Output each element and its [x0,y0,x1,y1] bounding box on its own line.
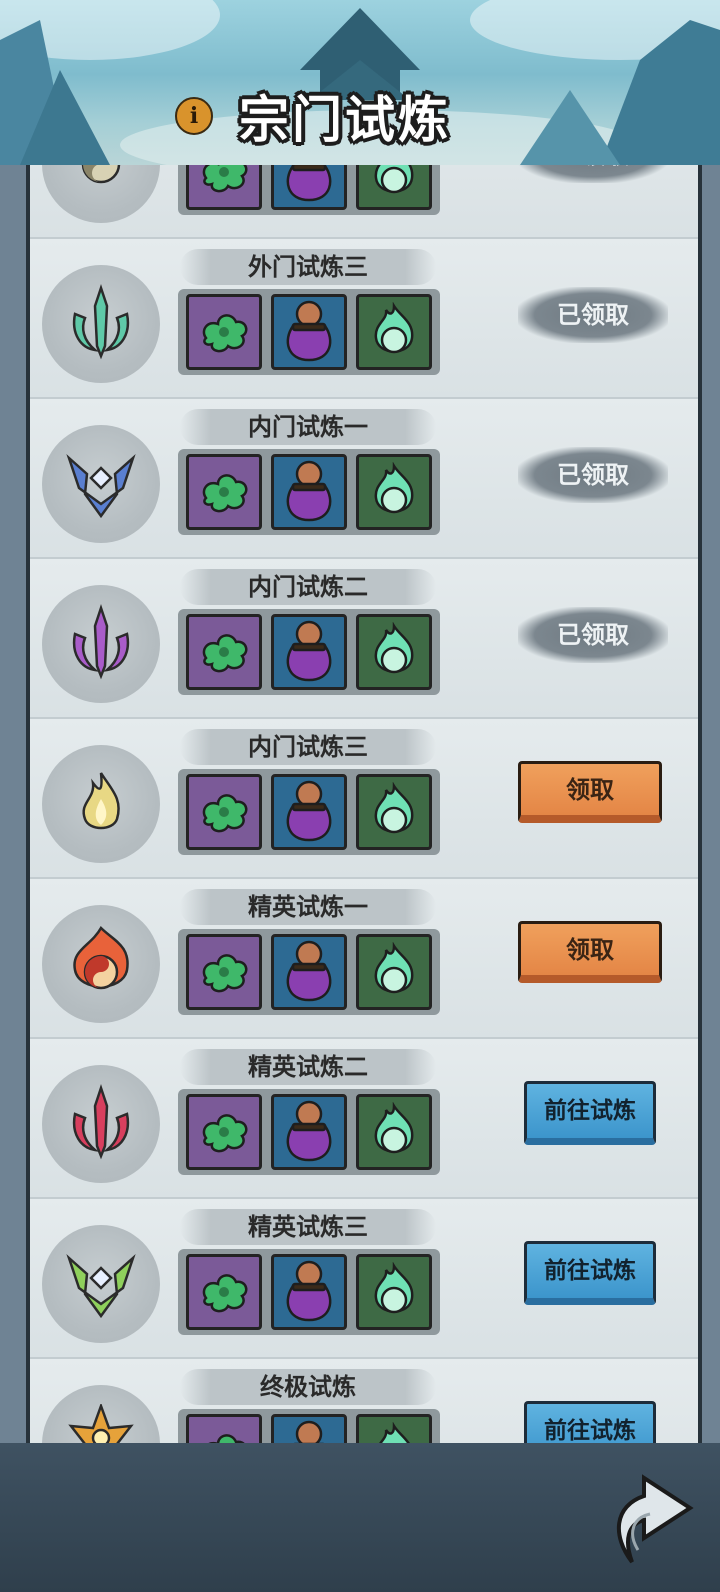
treasure-pouch-icon[interactable] [270,1094,347,1170]
trial-row: 内门试炼二已领取 [30,559,698,719]
go-trial-button[interactable]: 前往试炼 [524,1401,656,1443]
spirit-flame-orb-icon[interactable] [355,1254,432,1330]
return-arrow-icon [616,1474,694,1564]
reward-strip [178,609,440,695]
green-helmet-emblem-icon [42,1225,160,1343]
trial-row: 内门试炼一已领取 [30,399,698,559]
golden-emblem-icon [42,1385,160,1443]
jade-cloud-icon[interactable] [186,1094,263,1170]
treasure-pouch-icon[interactable] [270,774,347,850]
claim-button[interactable]: 领取 [518,921,662,983]
treasure-pouch-icon[interactable] [270,614,347,690]
claimed-status: 已领取 [518,287,668,343]
dagger-emblem-icon [42,585,160,703]
treasure-pouch-icon[interactable] [270,454,347,530]
back-button[interactable] [604,1466,694,1566]
jade-cloud-icon[interactable] [186,934,263,1010]
trial-row: 内门试炼三领取 [30,719,698,879]
trial-row: 精英试炼三前往试炼 [30,1199,698,1359]
go-trial-button[interactable]: 前往试炼 [524,1081,656,1145]
trial-name: 外门试炼三 [180,249,436,285]
spirit-flame-orb-icon[interactable] [355,614,432,690]
trial-name: 终极试炼 [180,1369,436,1405]
taiji-emblem-icon [42,165,160,223]
title-row: i 宗门试炼 [175,86,451,149]
jade-cloud-icon[interactable] [186,165,263,210]
trial-row: 外门试炼三已领取 [30,239,698,399]
trial-name: 内门试炼一 [180,409,436,445]
page-title: 宗门试炼 [239,91,451,149]
treasure-pouch-icon[interactable] [270,1414,347,1443]
treasure-pouch-icon[interactable] [270,934,347,1010]
reward-strip [178,1089,440,1175]
helmet-emblem-icon [42,425,160,543]
treasure-pouch-icon[interactable] [270,1254,347,1330]
treasure-pouch-icon[interactable] [270,165,347,210]
claimed-status: 已领取 [518,165,668,183]
treasure-pouch-icon[interactable] [270,294,347,370]
claimed-status: 已领取 [518,447,668,503]
trial-row: 精英试炼二前往试炼 [30,1039,698,1199]
trial-list: 已领取外门试炼三已领取内门试炼一已领取内门试炼二已领取内门试炼三领取精英试炼一领… [30,165,698,1443]
jade-cloud-icon[interactable] [186,1414,263,1443]
info-icon[interactable]: i [175,97,213,135]
trial-name: 内门试炼二 [180,569,436,605]
spirit-flame-orb-icon[interactable] [355,934,432,1010]
trial-list-panel[interactable]: 已领取外门试炼三已领取内门试炼一已领取内门试炼二已领取内门试炼三领取精英试炼一领… [26,165,702,1443]
reward-strip [178,1249,440,1335]
jade-cloud-icon[interactable] [186,454,263,530]
jade-cloud-icon[interactable] [186,1254,263,1330]
sword-emblem-icon [42,265,160,383]
trial-row: 精英试炼一领取 [30,879,698,1039]
spirit-flame-orb-icon[interactable] [355,1414,432,1443]
red-sword-emblem-icon [42,1065,160,1183]
reward-strip [178,1409,440,1443]
spirit-flame-orb-icon[interactable] [355,165,432,210]
spirit-flame-orb-icon[interactable] [355,774,432,850]
jade-cloud-icon[interactable] [186,614,263,690]
jade-cloud-icon[interactable] [186,294,263,370]
spirit-flame-orb-icon[interactable] [355,454,432,530]
reward-strip [178,165,440,215]
claimed-status: 已领取 [518,607,668,663]
trial-row: 终极试炼前往试炼 [30,1359,698,1443]
reward-strip [178,449,440,535]
trial-name: 精英试炼三 [180,1209,436,1245]
spirit-flame-orb-icon[interactable] [355,1094,432,1170]
claim-button[interactable]: 领取 [518,761,662,823]
trial-name: 内门试炼三 [180,729,436,765]
header-banner: i 宗门试炼 [0,0,720,165]
trial-name: 精英试炼二 [180,1049,436,1085]
jade-cloud-icon[interactable] [186,774,263,850]
fire-taiji-emblem-icon [42,905,160,1023]
spirit-flame-orb-icon[interactable] [355,294,432,370]
go-trial-button[interactable]: 前往试炼 [524,1241,656,1305]
reward-strip [178,929,440,1015]
trial-name: 精英试炼一 [180,889,436,925]
trial-row: 已领取 [30,165,698,239]
reward-strip [178,769,440,855]
reward-strip [178,289,440,375]
flame-emblem-icon [42,745,160,863]
